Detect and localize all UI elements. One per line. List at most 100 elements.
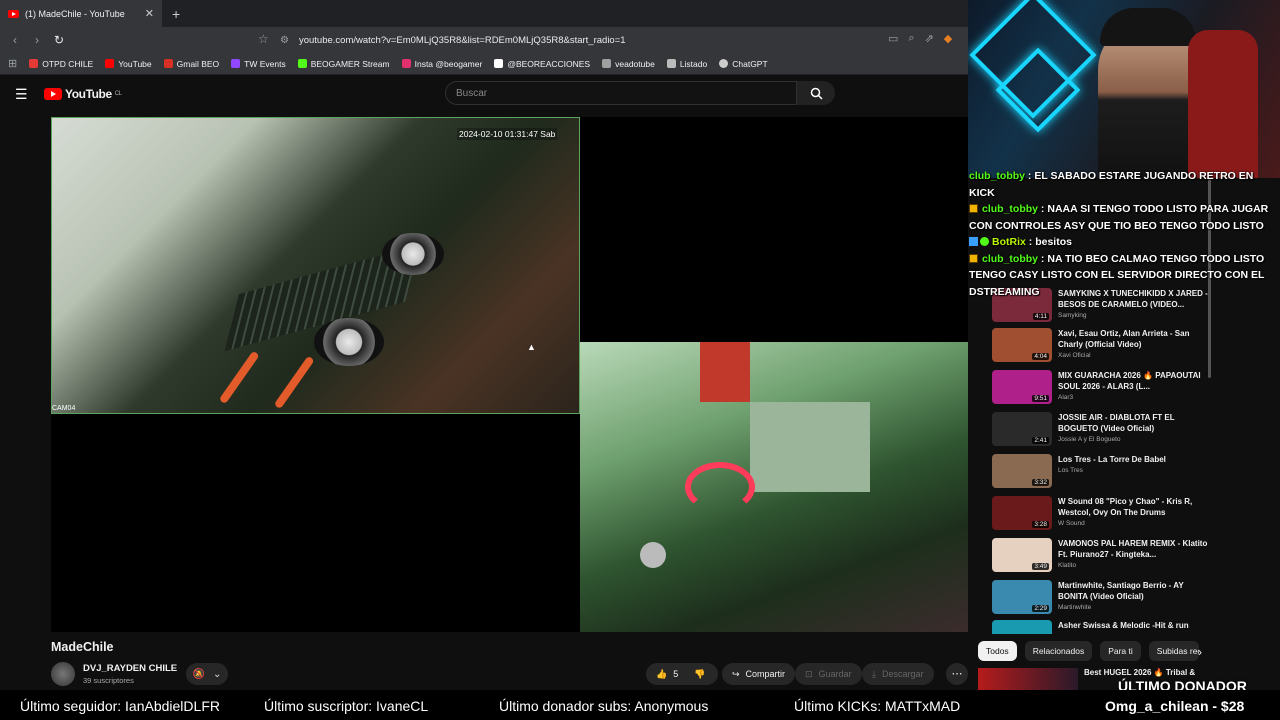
chip-relacionados[interactable]: Relacionados bbox=[1024, 641, 1093, 661]
bookmark-instagram[interactable]: Insta @beogamer bbox=[401, 58, 483, 69]
chat-message: BotRix : besitos bbox=[968, 234, 1280, 251]
last-donor: Omg_a_chilean - $28 bbox=[1105, 698, 1245, 714]
like-dislike-group[interactable]: 👍 5 👎 bbox=[646, 663, 718, 685]
video-duration: 4:04 bbox=[1032, 353, 1049, 360]
bookmark-beogamer-stream[interactable]: BEOGAMER Stream bbox=[297, 58, 390, 69]
video-thumbnail: 2:41 bbox=[992, 412, 1052, 446]
related-video[interactable]: 3:32 Los Tres - La Torre De Babel Los Tres bbox=[992, 454, 1212, 488]
chat-message: club_tobby : NAAA SI TENGO TODO LISTO PA… bbox=[969, 203, 1269, 232]
related-title: Martinwhite, Santiago Berrio - AY BONITA… bbox=[1058, 581, 1184, 601]
related-channel: Jossie A y El Bogueto bbox=[1058, 436, 1121, 443]
zoom-icon[interactable]: ⌕ bbox=[908, 32, 914, 45]
download-label: Descargar bbox=[881, 669, 924, 679]
related-video[interactable]: 9:51 MIX GUARACHA 2026 🔥 PAPAOUTAI SOUL 2… bbox=[992, 370, 1212, 404]
related-title: MIX GUARACHA 2026 🔥 PAPAOUTAI SOUL 2026 … bbox=[1058, 371, 1201, 391]
related-video[interactable]: 4:04 Xavi, Esau Ortiz, Alan Arrieta - San… bbox=[992, 328, 1212, 362]
share-button[interactable]: ↪ Compartir bbox=[722, 663, 796, 685]
more-actions-icon[interactable]: ⋯ bbox=[946, 663, 968, 685]
bookmark-label: Insta @beogamer bbox=[414, 58, 483, 69]
bookmark-label: BEOGAMER Stream bbox=[310, 58, 390, 69]
channel-avatar[interactable] bbox=[51, 662, 75, 686]
bell-off-icon: 🔕 bbox=[192, 668, 206, 680]
site-info-icon[interactable]: ⚙ bbox=[280, 35, 289, 46]
bookmark-label: OTPD CHILE bbox=[42, 58, 94, 69]
related-video[interactable]: 3:49 VAMONOS PAL HAREM REMIX - Klatito Ft… bbox=[992, 538, 1212, 572]
bookmark-icon[interactable]: ☆ bbox=[258, 32, 269, 46]
channel-name[interactable]: DVJ_RAYDEN CHILE bbox=[83, 663, 177, 674]
cable-image bbox=[218, 350, 260, 405]
related-video[interactable]: Asher Swissa & Melodic -Hit & run bbox=[992, 620, 1212, 634]
extension-icon[interactable]: ◆ bbox=[944, 32, 952, 45]
twitch-icon bbox=[231, 59, 241, 68]
bookmark-veadotube[interactable]: veadotube bbox=[602, 59, 655, 69]
video-duration: 2:29 bbox=[1032, 605, 1049, 612]
cable-image bbox=[273, 355, 315, 410]
chat-message: club_tobby : EL SABADO ESTARE JUGANDO RE… bbox=[969, 170, 1254, 199]
bookmark-otpd[interactable]: OTPD CHILE bbox=[29, 59, 93, 69]
bookmark-tiktok[interactable]: @BEOREACCIONES bbox=[494, 59, 590, 69]
cast-icon[interactable]: ▭ bbox=[888, 32, 898, 45]
save-button[interactable]: ⊡ Guardar bbox=[795, 663, 862, 685]
youtube-logo[interactable]: YouTube CL bbox=[44, 87, 122, 101]
tiktok-icon bbox=[494, 59, 504, 68]
close-tab-icon[interactable]: ✕ bbox=[145, 7, 154, 20]
related-title: Los Tres - La Torre De Babel bbox=[1058, 455, 1166, 464]
chip-subidas[interactable]: Subidas rec bbox=[1148, 641, 1199, 661]
like-count: 5 bbox=[673, 669, 679, 679]
bookmark-chatgpt[interactable]: ChatGPT bbox=[719, 59, 768, 69]
like-icon[interactable]: 👍 bbox=[656, 669, 667, 680]
chatgpt-icon bbox=[719, 59, 729, 68]
video-player[interactable]: 2024-02-10 01:31:47 Sab CAM04 ▲ bbox=[51, 117, 968, 632]
chevron-right-icon[interactable]: › bbox=[1198, 645, 1202, 659]
related-channel: Klatito bbox=[1058, 562, 1077, 569]
bookmark-gmail[interactable]: Gmail BEO bbox=[163, 58, 220, 69]
bookmark-tw-events[interactable]: TW Events bbox=[231, 59, 286, 69]
gaming-chair-image bbox=[1188, 30, 1258, 178]
related-video[interactable]: 2:41 JOSSIE AIR - DIABLOTA FT EL BOGUETO … bbox=[992, 412, 1212, 446]
chevron-down-icon: ⌄ bbox=[213, 668, 222, 680]
notification-button[interactable]: 🔕 ⌄ bbox=[186, 663, 228, 685]
bookmarks-bar: ⊞ OTPD CHILE YouTube Gmail BEO TW Events… bbox=[0, 53, 968, 75]
chip-para-ti[interactable]: Para ti bbox=[1100, 641, 1141, 661]
video-thumbnail: 2:29 bbox=[992, 580, 1052, 614]
video-thumbnail bbox=[992, 620, 1052, 634]
video-thumbnail: 3:49 bbox=[992, 538, 1052, 572]
gmail-icon bbox=[163, 59, 173, 68]
video-thumbnail: 3:28 bbox=[992, 496, 1052, 530]
bookmark-youtube[interactable]: YouTube bbox=[105, 59, 152, 69]
related-title: Asher Swissa & Melodic -Hit & run bbox=[1058, 621, 1189, 630]
related-video[interactable]: 3:28 W Sound 08 "Pico y Chao" - Kris R, W… bbox=[992, 496, 1212, 530]
download-button[interactable]: ⤓ Descargar bbox=[862, 663, 934, 685]
related-title: VAMONOS PAL HAREM REMIX - Klatito Ft. Pi… bbox=[1058, 539, 1208, 559]
last-follower: Último seguidor: IanAbdielDLFR bbox=[20, 698, 220, 714]
bookmark-listado[interactable]: Listado bbox=[666, 59, 707, 69]
streamer-webcam bbox=[968, 0, 1280, 178]
video-thumbnail: 3:32 bbox=[992, 454, 1052, 488]
search-input[interactable]: Buscar bbox=[445, 81, 797, 105]
save-label: Guardar bbox=[818, 669, 852, 679]
browser-tab[interactable]: (1) MadeChile - YouTube ✕ bbox=[0, 0, 162, 27]
back-icon[interactable]: ‹ bbox=[4, 33, 26, 47]
related-channel: Alar3 bbox=[1058, 394, 1074, 401]
apps-icon[interactable]: ⊞ bbox=[8, 57, 17, 70]
related-video[interactable]: 2:29 Martinwhite, Santiago Berrio - AY BO… bbox=[992, 580, 1212, 614]
chip-todos[interactable]: Todos bbox=[978, 641, 1017, 661]
forward-icon[interactable]: › bbox=[26, 33, 48, 47]
video-duration: 2:41 bbox=[1032, 437, 1049, 444]
reload-icon[interactable]: ↻ bbox=[48, 33, 70, 47]
subscriber-badge-icon bbox=[969, 204, 978, 213]
related-title: W Sound 08 "Pico y Chao" - Kris R, Westc… bbox=[1058, 497, 1193, 517]
dislike-icon[interactable]: 👎 bbox=[694, 669, 705, 680]
dj-deck-image bbox=[382, 233, 444, 275]
video-thumbnail: 9:51 bbox=[992, 370, 1052, 404]
url-field[interactable]: ⚙ youtube.com/watch?v=Em0MLjQ35R8&list=R… bbox=[280, 31, 920, 49]
new-tab-icon[interactable]: + bbox=[172, 6, 180, 22]
download-icon: ⤓ bbox=[872, 668, 876, 679]
kick-icon bbox=[297, 59, 307, 68]
bot-badge-icon bbox=[969, 237, 978, 246]
share-page-icon[interactable]: ⇗ bbox=[925, 32, 934, 45]
search-button[interactable] bbox=[797, 81, 835, 105]
hamburger-menu-icon[interactable]: ☰ bbox=[15, 86, 28, 103]
bookmark-label: Gmail BEO bbox=[176, 58, 220, 69]
search-placeholder: Buscar bbox=[456, 88, 488, 99]
